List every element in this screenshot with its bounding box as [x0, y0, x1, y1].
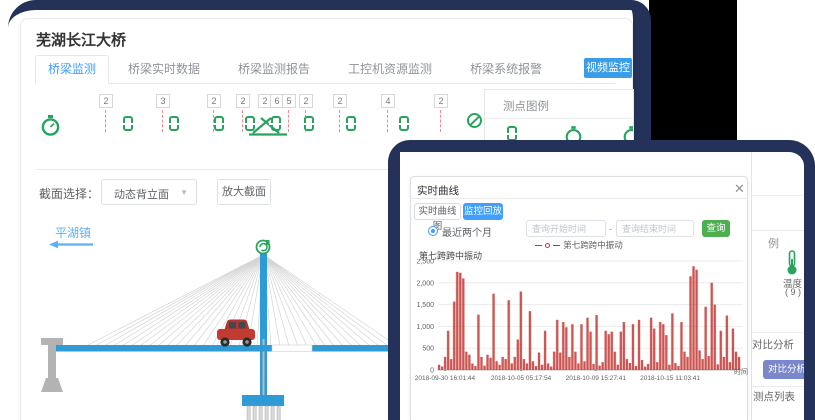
- divider: [485, 118, 633, 119]
- tab-realtime-curve[interactable]: 实时曲线图: [414, 203, 461, 220]
- end-time-input[interactable]: [616, 220, 694, 237]
- legend-circle-icon: [545, 243, 550, 248]
- chain-link-icon: [346, 116, 356, 131]
- range-separator: -: [609, 224, 612, 234]
- sensor-count-badge: 3: [156, 94, 170, 108]
- main-tab-0[interactable]: 桥梁监测: [35, 55, 109, 84]
- modal-window: 实时曲线 ✕ 实时曲线图 监控回放 最近两个月 - 查询 第七跨跨中振动 第七跨…: [400, 152, 752, 420]
- dashed-connector: [387, 110, 388, 132]
- svg-text:1,000: 1,000: [416, 324, 434, 331]
- dashed-connector: [440, 110, 441, 132]
- desktop-background: [649, 0, 741, 146]
- video-monitor-button[interactable]: 视频监控: [584, 58, 632, 78]
- chain-link-icon: [271, 116, 281, 131]
- rotation-sensor-icon: [257, 240, 270, 254]
- legend-line-icon: [553, 245, 560, 246]
- dashed-connector: [288, 110, 289, 132]
- divider: [749, 386, 815, 387]
- chain-link-icon: [245, 116, 255, 131]
- dashed-connector: [162, 110, 163, 132]
- svg-text:时间: 时间: [734, 367, 748, 376]
- section-select-label: 截面选择：: [39, 185, 99, 202]
- start-time-input[interactable]: [526, 220, 606, 237]
- dashed-connector: [339, 110, 340, 132]
- legend-label: 第七跨跨中振动: [563, 239, 623, 251]
- chain-link-icon: [304, 116, 314, 131]
- sensor-count-badge: 2: [236, 94, 250, 108]
- svg-text:2018-10-05 05:17:54: 2018-10-05 05:17:54: [491, 375, 552, 382]
- main-tab-bar: 桥梁监测桥梁实时数据桥梁监测报告工控机资源监测桥梁系统报警: [35, 56, 616, 84]
- sensor-count-badge: 4: [381, 94, 395, 108]
- page-title: 芜湖长江大桥: [36, 29, 126, 50]
- section-select-dropdown[interactable]: 动态背立面 ▼: [101, 179, 197, 205]
- chevron-down-icon: ▼: [180, 188, 188, 197]
- legend-header-partial: 例: [768, 235, 779, 251]
- svg-text:2,000: 2,000: [416, 280, 434, 287]
- radio-label: 最近两个月: [442, 224, 492, 239]
- car: [217, 320, 255, 347]
- ban-icon: [467, 113, 482, 128]
- divider: [749, 332, 815, 333]
- chain-link-icon: [123, 116, 133, 131]
- svg-text:2,500: 2,500: [416, 259, 434, 266]
- section-select-value: 动态背立面: [114, 186, 169, 202]
- vibration-chart: 0 500 1,000 1,500 2,000 2,500 2018-09-30 16:01…: [411, 259, 749, 399]
- tab-monitor-playback[interactable]: 监控回放: [463, 203, 503, 220]
- temperature-count: ( 9 ): [785, 287, 801, 297]
- enlarge-section-button[interactable]: 放大截面: [217, 179, 271, 205]
- bridge-schematic: [26, 239, 398, 420]
- divider: [411, 198, 747, 199]
- realtime-curve-dialog: 实时曲线 ✕ 实时曲线图 监控回放 最近两个月 - 查询 第七跨跨中振动 第七跨…: [410, 176, 748, 420]
- divider: [749, 230, 815, 231]
- sensor-count-badge: 2: [99, 94, 113, 108]
- compare-analysis-header: 对比分析: [752, 337, 794, 352]
- chain-link-icon: [169, 116, 179, 131]
- screen: 例 温度 ( 9 ) 对比分析 对比分析 测点列表 芜湖长江大桥 桥梁监测桥梁实…: [0, 0, 815, 420]
- sensor-count-badge: 2: [299, 94, 313, 108]
- legend-line-icon: [535, 245, 542, 246]
- dashed-connector: [105, 110, 106, 132]
- sensor-count-badge: 2: [333, 94, 347, 108]
- radio-last-two-months[interactable]: [428, 226, 438, 236]
- thermometer-icon: [784, 250, 800, 276]
- dashed-connector: [242, 110, 243, 132]
- close-icon[interactable]: ✕: [734, 181, 745, 197]
- gauge-icon: [565, 126, 582, 146]
- svg-text:0: 0: [430, 368, 434, 375]
- chain-link-icon: [399, 116, 409, 131]
- query-button[interactable]: 查询: [702, 220, 730, 237]
- chain-link-icon: [214, 116, 224, 131]
- chain-link-icon: [507, 126, 517, 141]
- divider: [749, 195, 815, 196]
- compare-analysis-button[interactable]: 对比分析: [763, 360, 811, 379]
- svg-text:500: 500: [422, 346, 434, 353]
- point-list-label: 测点列表: [753, 389, 795, 404]
- point-legend-panel: 测点图例: [484, 89, 634, 147]
- sensor-count-badge: 2: [434, 94, 448, 108]
- svg-text:2018-10-09 15:27:41: 2018-10-09 15:27:41: [566, 375, 627, 382]
- dialog-title: 实时曲线: [417, 183, 459, 198]
- gauge-icon: [41, 115, 60, 137]
- svg-text:2018-09-30 16:01:44: 2018-09-30 16:01:44: [415, 375, 476, 382]
- svg-text:1,500: 1,500: [416, 302, 434, 309]
- main-tab-1[interactable]: 桥梁实时数据: [118, 56, 210, 83]
- gauge-icon: [623, 126, 634, 146]
- sensor-count-badge: 5: [282, 94, 296, 108]
- point-legend-title: 测点图例: [503, 98, 549, 114]
- svg-text:2018-10-15 11:03:41: 2018-10-15 11:03:41: [640, 375, 700, 382]
- main-tab-4[interactable]: 桥梁系统报警: [460, 56, 552, 83]
- sensor-count-badge: 2: [207, 94, 221, 108]
- tower-foundation: [242, 395, 284, 420]
- main-tab-2[interactable]: 桥梁监测报告: [228, 56, 320, 83]
- main-tab-3[interactable]: 工控机资源监测: [338, 56, 442, 83]
